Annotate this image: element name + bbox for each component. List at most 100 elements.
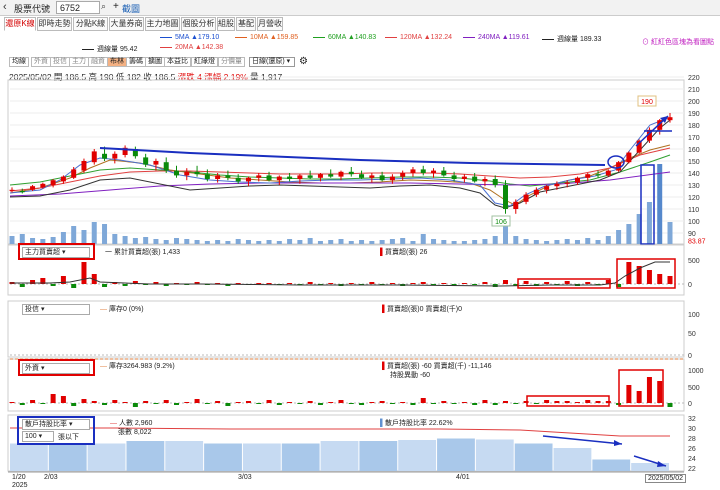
candle-body: [102, 153, 108, 159]
foreign-bar: [81, 399, 87, 403]
candle-body: [338, 171, 344, 177]
x-label-mar: 3/03: [238, 474, 252, 481]
volume-bar: [595, 240, 601, 244]
foreign-bar: [60, 396, 66, 403]
holders-legend-shares: 張數 8,022: [118, 429, 152, 436]
foreign-bar: [585, 400, 591, 403]
candle-body: [235, 177, 241, 182]
volume-bar: [225, 241, 231, 244]
volume-bar: [245, 240, 251, 244]
foreign-bar: [523, 401, 529, 403]
main-force-bar: [564, 281, 570, 284]
panel-axis-tick: 1000: [688, 368, 704, 375]
candle-body: [19, 191, 25, 193]
candle-body: [585, 174, 591, 178]
holders-select-highlight: [17, 416, 95, 445]
retail-ratio-bar: [592, 459, 631, 471]
main-force-bar: [420, 282, 426, 284]
price-axis-tick: 150: [688, 159, 700, 166]
foreign-bar: [595, 401, 601, 403]
price-axis-tick: 90: [688, 231, 696, 238]
foreign-bar: [451, 403, 457, 404]
candle-body: [369, 175, 375, 178]
candle-body: [153, 161, 159, 165]
foreign-bar: [174, 403, 179, 405]
volume-bar: [646, 202, 652, 244]
volume-bar: [626, 224, 632, 244]
panel-axis-tick: 100: [688, 312, 700, 319]
volume-bar: [112, 234, 118, 244]
volume-bar: [585, 238, 591, 244]
main-force-legend-cumulative: 一 累計買賣超(張) 1,433: [105, 249, 181, 256]
volume-bar: [348, 241, 354, 244]
foreign-bar: [472, 403, 478, 405]
volume-bar: [523, 239, 529, 244]
volume-bar: [482, 239, 488, 244]
foreign-bar: [112, 400, 118, 403]
price-axis-tick: 120: [688, 195, 700, 202]
foreign-bar: [554, 401, 560, 403]
price-panel-frame: [7, 79, 685, 245]
foreign-bar: [400, 402, 406, 403]
main-force-bar: [235, 283, 241, 284]
main-force-bar: [410, 283, 416, 284]
main-force-bar: [472, 284, 478, 285]
candle-body: [554, 183, 560, 187]
candle-body: [574, 177, 580, 183]
price-axis-tick: 160: [688, 147, 700, 154]
volume-bar: [410, 241, 416, 244]
main-force-bar: [328, 283, 334, 284]
trust-select[interactable]: 投信 ▾: [22, 304, 90, 315]
foreign-bar: [71, 403, 77, 406]
retail-ratio-bar: [631, 463, 669, 471]
volume-bar: [379, 240, 385, 244]
foreign-legend-inventory: — 庫存3264.983 (9.2%): [100, 363, 175, 370]
volume-bar: [564, 239, 570, 244]
volume-bar: [472, 240, 478, 244]
main-force-bar: [482, 282, 488, 284]
foreign-bar: [503, 401, 508, 403]
main-force-bar: [50, 284, 56, 286]
volume-bar: [163, 240, 169, 244]
candle-body: [112, 153, 118, 159]
foreign-bar: [359, 403, 365, 405]
retail-ratio-bar: [165, 441, 204, 471]
candle-body: [297, 175, 303, 179]
foreign-bar: [492, 403, 498, 405]
volume-bar: [605, 236, 611, 244]
price-axis-tick: 220: [688, 75, 700, 82]
retail-ratio-bar: [398, 440, 437, 471]
candle-body: [564, 182, 570, 184]
panel-axis-tick: 0: [688, 282, 692, 289]
foreign-bar: [636, 391, 642, 403]
volume-bar: [215, 240, 221, 244]
main-force-bar: [503, 280, 508, 284]
foreign-bar: [132, 403, 138, 407]
candle-body: [266, 175, 272, 181]
trust-legend-inventory: — 庫存0 (0%): [100, 306, 144, 313]
volume-bar: [132, 238, 138, 244]
volume-bar: [359, 240, 365, 244]
retail-ratio-bar: [475, 439, 514, 471]
foreign-bar: [513, 403, 519, 404]
candle-body: [30, 186, 36, 190]
candle-body: [307, 175, 313, 178]
ma5-blue-line: [9, 117, 669, 207]
candle-body: [143, 157, 149, 165]
panel-axis-tick: 30: [688, 426, 696, 433]
price-axis-tick: 210: [688, 87, 700, 94]
main-force-bar: [122, 284, 128, 286]
chart-canvas: 190 106 22021020019018017016015014013012…: [7, 75, 706, 473]
candle-body: [256, 175, 262, 178]
foreign-bar: [369, 402, 375, 403]
foreign-bar: [194, 399, 200, 403]
foreign-bar: [379, 401, 385, 403]
volume-bar: [369, 241, 375, 244]
main-force-bar: [81, 262, 87, 284]
foreign-bar: [544, 400, 550, 403]
candle-body: [204, 174, 210, 179]
main-force-bar: [389, 283, 395, 284]
panel-axis-tick: 32: [688, 416, 696, 423]
volume-bar: [266, 240, 272, 244]
retail-ratio-bars: [10, 438, 669, 471]
